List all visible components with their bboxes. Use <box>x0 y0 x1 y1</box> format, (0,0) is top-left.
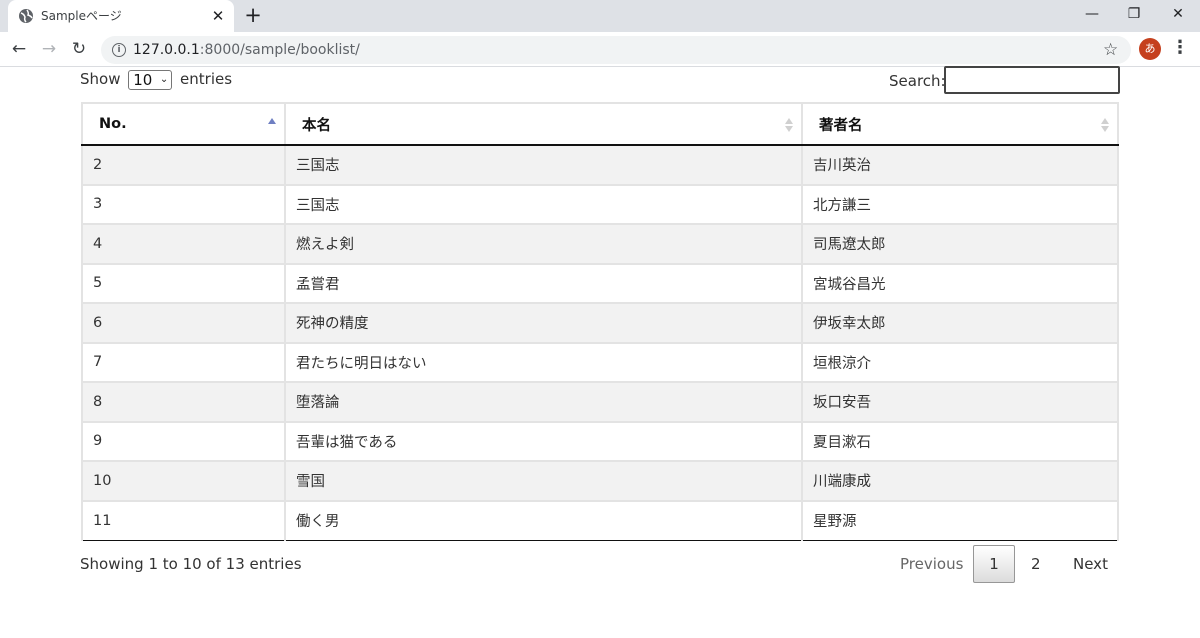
page-1-button[interactable]: 1 <box>973 545 1015 583</box>
column-header-label: No. <box>99 116 127 132</box>
cell-no: 4 <box>81 223 286 265</box>
close-tab-icon[interactable]: ✕ <box>208 6 228 26</box>
cell-author: 夏目漱石 <box>801 420 1119 462</box>
table-row: 7 君たちに明日はない 垣根涼介 <box>81 341 1119 383</box>
restore-icon[interactable]: ❐ <box>1112 0 1156 30</box>
info-icon[interactable]: i <box>112 43 126 57</box>
sort-ascending-icon <box>268 116 276 134</box>
minimize-icon[interactable]: — <box>1070 0 1114 30</box>
url-path: :8000/sample/booklist/ <box>199 42 360 58</box>
entries-length-select[interactable]: 10 ⌄ <box>128 69 173 90</box>
cell-no: 10 <box>81 460 286 502</box>
cell-author: 伊坂幸太郎 <box>801 302 1119 344</box>
tab-strip: Sampleページ ✕ + — ❐ ✕ <box>0 0 1200 32</box>
window-close-icon[interactable]: ✕ <box>1156 0 1200 30</box>
cell-no: 3 <box>81 183 286 225</box>
cell-title: 三国志 <box>284 144 803 186</box>
table-row: 5 孟嘗君 宮城谷昌光 <box>81 262 1119 304</box>
new-tab-icon[interactable]: + <box>241 4 265 28</box>
cell-title: 雪国 <box>284 460 803 502</box>
forward-arrow-icon[interactable]: → <box>37 37 61 61</box>
table-info: Showing 1 to 10 of 13 entries <box>80 555 302 573</box>
cell-title: 君たちに明日はない <box>284 341 803 383</box>
table-row: 8 堕落論 坂口安吾 <box>81 381 1119 423</box>
cell-no: 6 <box>81 302 286 344</box>
column-header-label: 本名 <box>302 117 331 134</box>
cell-author: 垣根涼介 <box>801 341 1119 383</box>
cell-author: 司馬遼太郎 <box>801 223 1119 265</box>
cell-author: 宮城谷昌光 <box>801 262 1119 304</box>
column-header-label: 著者名 <box>819 117 863 134</box>
profile-avatar[interactable]: あ <box>1139 38 1161 60</box>
cell-title: 働く男 <box>284 499 803 541</box>
url-text[interactable]: 127.0.0.1:8000/sample/booklist/ <box>133 42 360 58</box>
address-bar[interactable]: i 127.0.0.1:8000/sample/booklist/ ☆ <box>101 36 1131 64</box>
table-row: 2 三国志 吉川英治 <box>81 144 1119 186</box>
more-menu-icon[interactable]: ⋮ <box>1170 36 1190 62</box>
cell-no: 2 <box>81 144 286 186</box>
browser-toolbar: ← → ↻ i 127.0.0.1:8000/sample/booklist/ … <box>0 32 1200 67</box>
table-row: 10 雪国 川端康成 <box>81 460 1119 502</box>
cell-no: 5 <box>81 262 286 304</box>
table-header-row: No. 本名 著者名 <box>81 102 1119 146</box>
cell-author: 坂口安吾 <box>801 381 1119 423</box>
cell-title: 死神の精度 <box>284 302 803 344</box>
table-row: 6 死神の精度 伊坂幸太郎 <box>81 302 1119 344</box>
page-2-button[interactable]: 2 <box>1031 545 1041 583</box>
cell-no: 11 <box>81 499 286 541</box>
chevron-down-icon: ⌄ <box>159 73 169 85</box>
cell-no: 8 <box>81 381 286 423</box>
globe-icon <box>19 9 33 23</box>
cell-title: 三国志 <box>284 183 803 225</box>
bookmark-star-icon[interactable]: ☆ <box>1103 40 1118 60</box>
column-header-title[interactable]: 本名 <box>284 102 803 146</box>
cell-title: 燃えよ剣 <box>284 223 803 265</box>
previous-page-button[interactable]: Previous <box>900 545 963 583</box>
next-page-button[interactable]: Next <box>1073 545 1108 583</box>
sort-both-icon <box>785 116 793 134</box>
column-header-author[interactable]: 著者名 <box>801 102 1119 146</box>
back-arrow-icon[interactable]: ← <box>7 37 31 61</box>
table-row: 9 吾輩は猫である 夏目漱石 <box>81 420 1119 462</box>
url-host: 127.0.0.1 <box>133 42 200 58</box>
book-table: No. 本名 著者名 2 三国志 吉川英治 3 三国志 北方謙三 4 燃えよ剣 司馬遼太郎 … <box>81 102 1119 541</box>
cell-no: 9 <box>81 420 286 462</box>
table-row: 4 燃えよ剣 司馬遼太郎 <box>81 223 1119 265</box>
sort-both-icon <box>1101 116 1109 134</box>
table-row: 3 三国志 北方謙三 <box>81 183 1119 225</box>
cell-title: 堕落論 <box>284 381 803 423</box>
entries-length-control: Show 10 ⌄ entries <box>80 68 232 90</box>
search-input[interactable] <box>944 66 1120 94</box>
length-prefix: Show <box>80 70 121 88</box>
column-header-no[interactable]: No. <box>81 102 286 146</box>
cell-title: 孟嘗君 <box>284 262 803 304</box>
cell-author: 川端康成 <box>801 460 1119 502</box>
cell-author: 吉川英治 <box>801 144 1119 186</box>
length-suffix: entries <box>180 70 233 88</box>
browser-tab[interactable]: Sampleページ ✕ <box>8 0 234 32</box>
cell-no: 7 <box>81 341 286 383</box>
length-value: 10 <box>133 70 153 89</box>
search-label: Search: <box>889 72 946 90</box>
cell-author: 北方謙三 <box>801 183 1119 225</box>
cell-author: 星野源 <box>801 499 1119 541</box>
table-row: 11 働く男 星野源 <box>81 499 1119 541</box>
cell-title: 吾輩は猫である <box>284 420 803 462</box>
reload-icon[interactable]: ↻ <box>67 37 91 61</box>
tab-title: Sampleページ <box>41 9 122 23</box>
